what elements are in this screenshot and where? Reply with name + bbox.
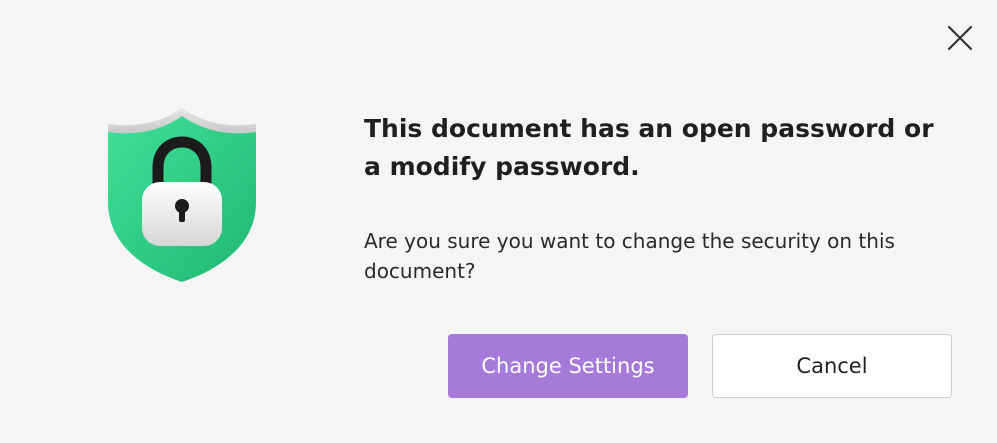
- dialog-message: Are you sure you want to change the secu…: [364, 229, 895, 283]
- close-button[interactable]: [940, 18, 980, 58]
- cancel-button[interactable]: Cancel: [712, 334, 952, 398]
- security-confirm-dialog: This document has an open password or a …: [0, 0, 997, 443]
- change-settings-button[interactable]: Change Settings: [448, 334, 688, 398]
- shield-lock-illustration: [98, 102, 266, 288]
- dialog-heading: This document has an open password or a …: [364, 114, 934, 181]
- close-icon: [947, 25, 973, 51]
- shield-lock-icon: [108, 108, 256, 282]
